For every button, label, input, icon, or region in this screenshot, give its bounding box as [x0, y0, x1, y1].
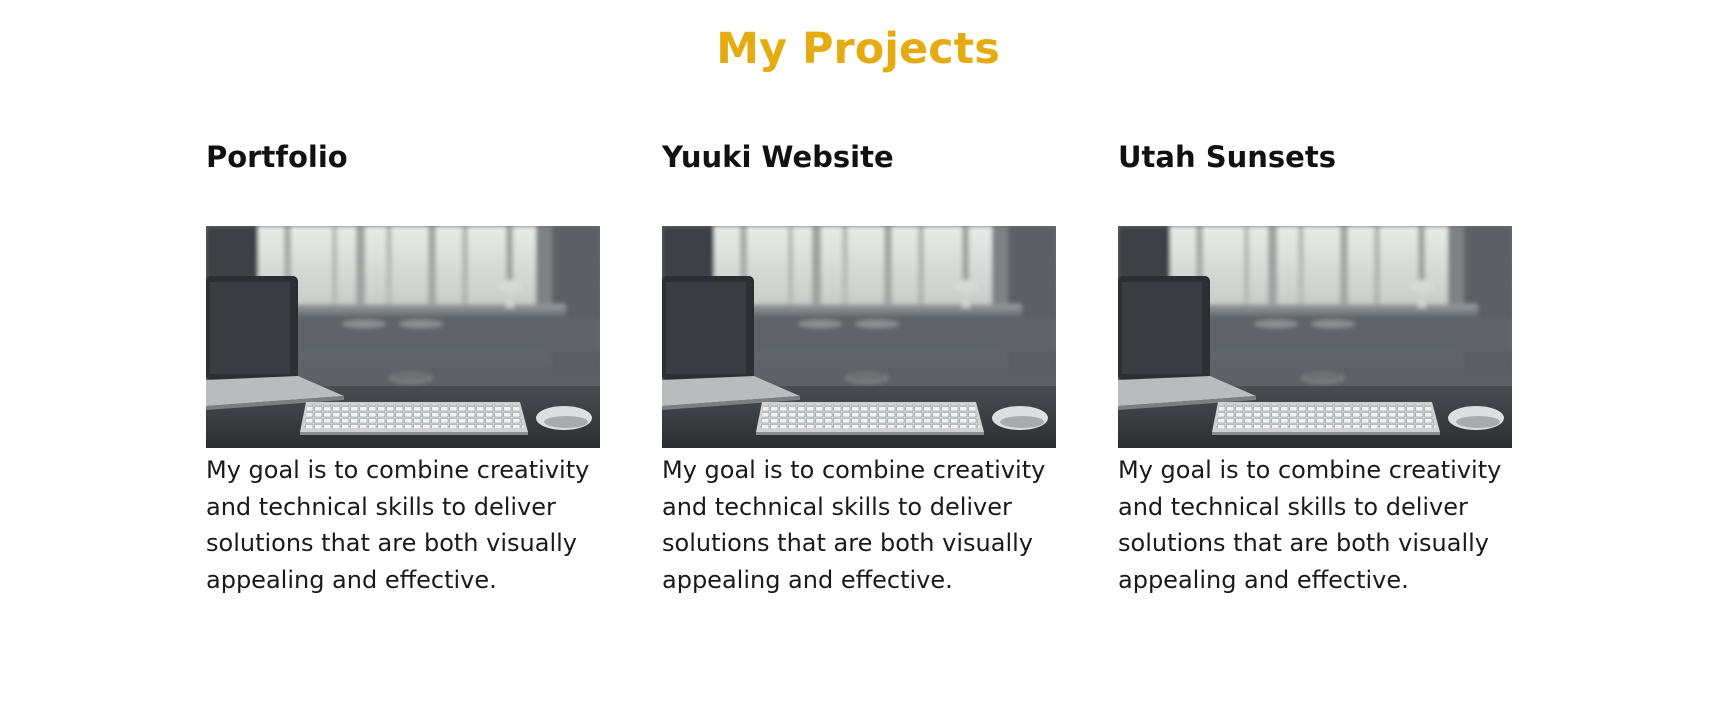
project-description: My goal is to combine creativity and tec… — [662, 456, 1046, 594]
page-title: My Projects — [716, 24, 1000, 74]
project-title: Portfolio — [206, 140, 348, 174]
projects-grid: Portfolio My goal is to combine creativi… — [206, 136, 1512, 598]
project-thumbnail-image — [206, 226, 600, 448]
project-title: Utah Sunsets — [1118, 140, 1336, 174]
project-card-portfolio: Portfolio My goal is to combine creativi… — [206, 136, 600, 598]
project-card-utah-sunsets: Utah Sunsets My goal is to combine creat… — [1118, 136, 1512, 598]
project-thumbnail-image — [662, 226, 1056, 448]
project-description: My goal is to combine creativity and tec… — [1118, 456, 1502, 594]
project-title: Yuuki Website — [662, 140, 894, 174]
project-card-yuuki-website: Yuuki Website My goal is to combine crea… — [662, 136, 1056, 598]
project-thumbnail-image — [1118, 226, 1512, 448]
project-description: My goal is to combine creativity and tec… — [206, 456, 590, 594]
